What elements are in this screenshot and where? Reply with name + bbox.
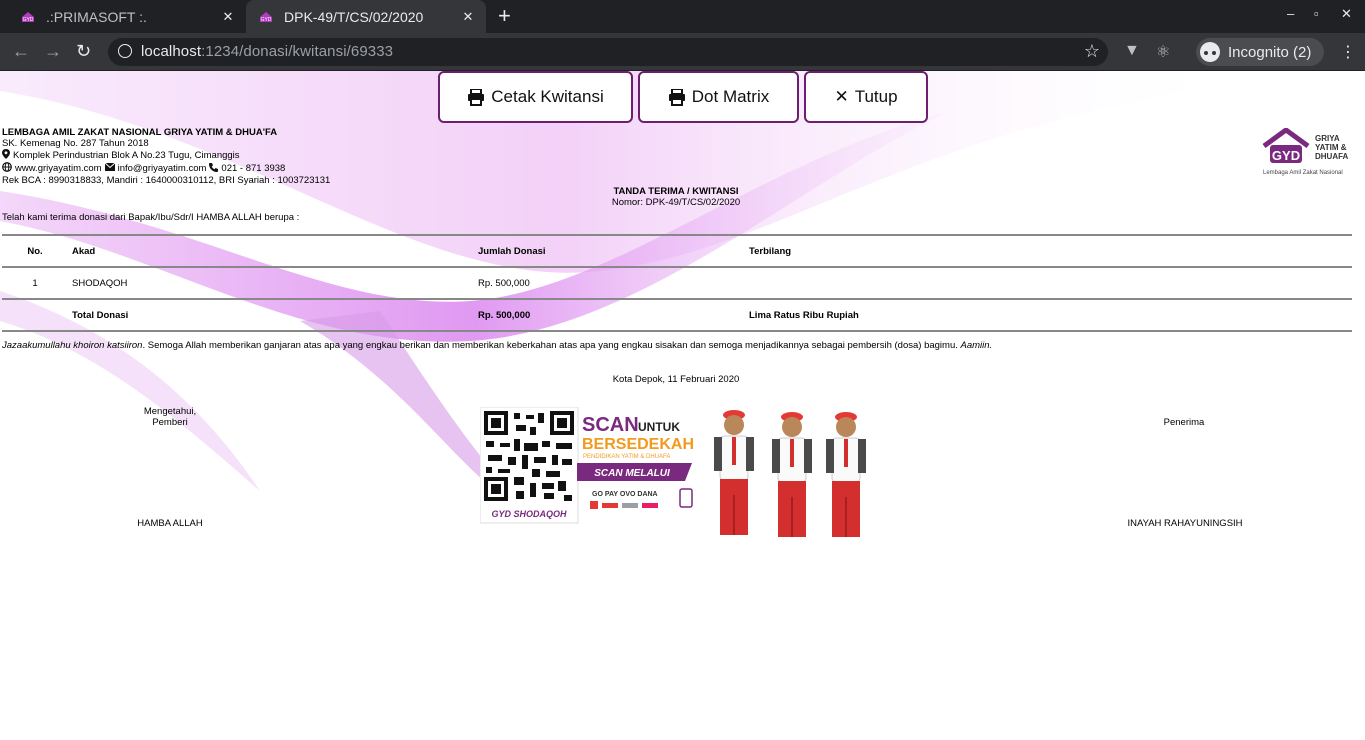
window-close-icon[interactable]: ✕ [1341,6,1352,22]
column-header-words: Terbilang [749,234,1352,268]
svg-text:SCAN MELALUI: SCAN MELALUI [594,468,670,479]
dot-matrix-button[interactable]: Dot Matrix [638,71,799,123]
receipt-number: Nomor: DPK-49/T/CS/02/2020 [611,197,741,208]
browser-menu-icon[interactable]: ⋮ [1340,42,1356,62]
total-empty-cell [2,298,72,332]
extension-react-icon[interactable]: ⚛ [1156,42,1170,62]
svg-text:SCAN: SCAN [582,414,639,436]
donation-qr-promo-banner: GYD SHODAQOH SCAN UNTUK BERSEDEKAH PENDI… [480,407,866,537]
organization-header: LEMBAGA AMIL ZAKAT NASIONAL GRIYA YATIM … [2,127,330,186]
action-bar: Cetak Kwitansi Dot Matrix ✕ Tutup [438,71,928,123]
tab-close-icon[interactable]: ✕ [460,9,476,25]
total-words: Lima Ratus Ribu Rupiah [749,298,1352,332]
tab-primasoft[interactable]: GYD .:PRIMASOFT :. ✕ [8,0,246,33]
row-akad: SHODAQOH [72,277,128,289]
address-bar[interactable]: localhost:1234/donasi/kwitansi/69333 ☆ [108,38,1108,66]
svg-text:GYD SHODAQOH: GYD SHODAQOH [491,509,567,519]
globe-icon [2,162,12,175]
organization-address: Komplek Perindustrian Blok A No.23 Tugu,… [13,150,240,161]
row-amount: Rp. 500,000 [478,277,530,289]
new-tab-icon[interactable]: + [498,4,511,28]
organization-bank-accounts: Rek BCA : 8990318833, Mandiri : 16400003… [2,175,331,186]
organization-logo: GYD GRIYA YATIM & DHUAFA Lembaga Amil Za… [1262,127,1354,176]
printer-icon [668,88,686,106]
receipt-page: Cetak Kwitansi Dot Matrix ✕ Tutup LEMBAG… [0,71,1365,740]
svg-text:UNTUK: UNTUK [638,420,680,434]
logo-subtitle: Lembaga Amil Zakat Nasional [1263,170,1343,176]
dot-matrix-label: Dot Matrix [691,87,770,106]
print-receipt-label: Cetak Kwitansi [491,87,604,106]
close-icon: ✕ [834,87,849,106]
tab-title: .:PRIMASOFT :. [46,8,147,25]
organization-contact-row: www.griyayatim.com info@griyayatim.com 0… [2,162,330,175]
total-label: Total Donasi [72,298,478,332]
organization-phone: 021 - 871 3938 [221,163,286,174]
back-icon[interactable]: ← [12,41,30,61]
svg-text:GYD: GYD [23,17,34,23]
phone-icon [209,162,219,175]
browser-toolbar: ← → ↻ localhost:1234/donasi/kwitansi/693… [0,33,1365,71]
students-illustration-icon [714,410,866,537]
close-button[interactable]: ✕ Tutup [804,71,928,123]
column-header-no: No. [2,234,72,268]
tab-close-icon[interactable]: ✕ [220,9,236,25]
site-favicon-icon: GYD [20,9,36,25]
receipt-heading: TANDA TERIMA / KWITANSI Nomor: DPK-49/T/… [0,186,1352,208]
reload-icon[interactable]: ↻ [76,41,91,61]
column-header-akad: Akad [72,234,478,268]
giver-label: Pemberi [152,417,188,428]
url-text: localhost:1234/donasi/kwitansi/69333 [141,43,394,60]
giver-signature-block: Mengetahui, Pemberi [110,406,230,428]
prayer-text: Jazaakumullahu khoiron katsiiron. Semoga… [2,340,993,351]
svg-text:GYD: GYD [261,17,272,23]
table-total-row: Total Donasi Rp. 500,000 Lima Ratus Ribu… [2,298,1352,332]
receiver-name: INAYAH RAHAYUNINGSIH [1127,518,1243,529]
close-label: Tutup [854,87,898,106]
total-amount: Rp. 500,000 [478,298,749,332]
receiver-label: Penerima [1163,417,1205,428]
extension-vue-icon[interactable]: ▼ [1124,42,1140,60]
acknowledged-label: Mengetahui, [143,406,197,417]
envelope-icon [104,162,115,174]
qr-code-icon [484,411,574,501]
incognito-profile-button[interactable]: Incognito (2) [1196,38,1324,66]
organization-website: www.griyayatim.com [15,163,102,174]
forward-icon[interactable]: → [44,41,62,61]
organization-address-row: Komplek Perindustrian Blok A No.23 Tugu,… [2,149,330,162]
maximize-icon[interactable]: ▫ [1314,6,1319,21]
svg-text:GO PAY OVO DANA: GO PAY OVO DANA [592,491,658,498]
donation-table: No. Akad Jumlah Donasi Terbilang 1 SHODA… [2,234,1352,332]
column-header-amount: Jumlah Donasi [478,234,749,268]
place-date: Kota Depok, 11 Februari 2020 [612,374,740,385]
organization-name: LEMBAGA AMIL ZAKAT NASIONAL GRIYA YATIM … [2,127,278,138]
site-info-icon[interactable] [118,44,132,58]
incognito-label: Incognito (2) [1228,43,1312,61]
row-no: 1 [32,277,38,289]
incognito-icon [1200,42,1220,62]
logo-wordmark: GRIYA YATIM & DHUAFA [1315,134,1349,161]
map-marker-icon [2,149,10,162]
minimize-icon[interactable]: – [1287,6,1294,21]
receipt-title: TANDA TERIMA / KWITANSI [613,186,739,197]
gyd-house-logo-icon: GYD [1262,127,1310,163]
svg-text:BERSEDEKAH: BERSEDEKAH [582,436,694,453]
row-words [749,267,1352,299]
table-header-row: No. Akad Jumlah Donasi Terbilang [2,234,1352,268]
giver-name: HAMBA ALLAH [137,518,203,529]
print-receipt-button[interactable]: Cetak Kwitansi [438,71,633,123]
tab-receipt[interactable]: GYD DPK-49/T/CS/02/2020 ✕ [246,0,486,33]
site-favicon-icon: GYD [258,9,274,25]
table-row: 1 SHODAQOH Rp. 500,000 [2,267,1352,299]
printer-icon [467,88,485,106]
tab-title: DPK-49/T/CS/02/2020 [284,8,424,25]
organization-decree: SK. Kemenag No. 287 Tahun 2018 [2,138,149,149]
browser-tab-bar: GYD .:PRIMASOFT :. ✕ GYD DPK-49/T/CS/02/… [0,0,1365,33]
bookmark-star-icon[interactable]: ☆ [1084,41,1100,62]
svg-text:GYD: GYD [1272,148,1300,163]
svg-text:PENDIDIKAN YATIM & DHUAFA: PENDIDIKAN YATIM & DHUAFA [583,454,670,460]
organization-email: info@griyayatim.com [117,163,207,174]
receipt-intro: Telah kami terima donasi dari Bapak/Ibu/… [2,212,300,223]
